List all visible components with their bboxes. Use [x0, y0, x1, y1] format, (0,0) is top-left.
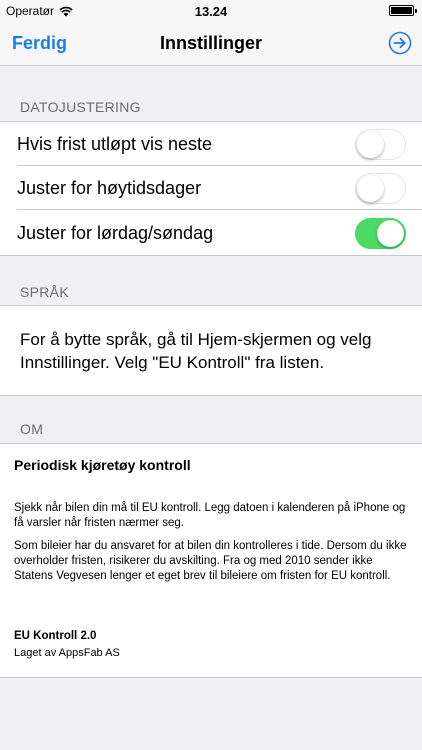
battery-icon [389, 5, 417, 16]
section-header-language: SPRÅK [20, 284, 69, 300]
about-group: Periodisk kjøretøy kontroll Sjekk når bi… [0, 443, 422, 678]
app-author: Laget av AppsFab AS [14, 647, 120, 659]
setting-row-holidays: Juster for høytidsdager [0, 166, 422, 210]
about-paragraph-1: Sjekk når bilen din må til EU kontroll. … [14, 502, 406, 529]
section-header-about: OM [20, 421, 44, 437]
language-info-text: For å bytte språk, gå til Hjem-skjermen … [20, 330, 372, 372]
setting-row-weekend: Juster for lørdag/søndag [0, 211, 422, 255]
forward-circle-icon[interactable] [388, 31, 412, 55]
date-settings-group: Hvis frist utløpt vis neste Juster for h… [0, 121, 422, 256]
setting-label: Hvis frist utløpt vis neste [17, 134, 213, 154]
app-version: EU Kontroll 2.0 [14, 630, 97, 642]
setting-label: Juster for høytidsdager [17, 178, 202, 198]
toggle-expired-next[interactable] [355, 129, 406, 160]
status-time: 13.24 [194, 4, 228, 19]
section-header-date: DATOJUSTERING [20, 99, 141, 115]
navigation-bar: Ferdig Innstillinger [0, 22, 422, 66]
about-title: Periodisk kjøretøy kontroll [14, 457, 191, 473]
toggle-weekend[interactable] [355, 218, 406, 249]
status-bar: Operatør 13.24 [0, 0, 422, 22]
page-title: Innstillinger [159, 33, 262, 53]
setting-label: Juster for lørdag/søndag [17, 223, 214, 243]
toggle-holidays[interactable] [355, 173, 406, 204]
setting-row-expired-next: Hvis frist utløpt vis neste [0, 122, 422, 166]
about-paragraph-2: Som bileier har du ansvaret for at bilen… [14, 540, 407, 582]
language-group: For å bytte språk, gå til Hjem-skjermen … [0, 305, 422, 396]
